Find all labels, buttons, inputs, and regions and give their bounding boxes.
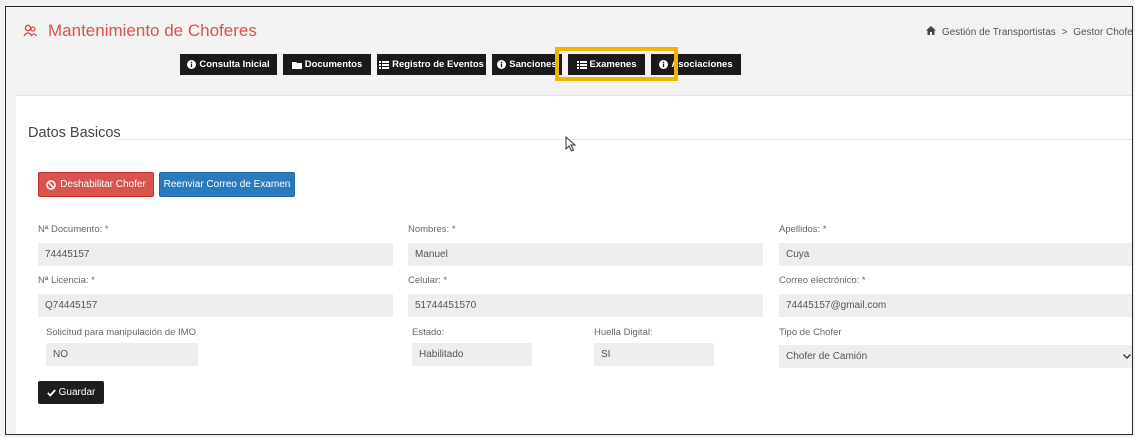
- tab-bar: Consulta Inicial Documentos Registro de …: [180, 54, 747, 75]
- tab-label: Asociaciones: [671, 59, 733, 70]
- breadcrumb-separator: >: [1061, 27, 1068, 38]
- tipo-chofer-select[interactable]: Chofer de Camión: [779, 345, 1132, 368]
- licencia-field[interactable]: Q74445157: [38, 294, 393, 317]
- nombres-field[interactable]: Manuel: [408, 243, 763, 266]
- imo-field: NO: [46, 343, 198, 366]
- page-title: Mantenimiento de Choferes: [22, 21, 257, 41]
- huella-label: Huella Digital:: [594, 327, 653, 338]
- tab-label: Documentos: [304, 59, 363, 70]
- page-title-text: Mantenimiento de Choferes: [48, 21, 257, 40]
- celular-label: Celular: *: [408, 275, 448, 286]
- apellidos-label: Apellidos: *: [779, 224, 827, 235]
- nombres-label: Nombres: *: [408, 224, 456, 235]
- apellidos-field[interactable]: Cuya: [779, 243, 1132, 266]
- save-label: Guardar: [58, 387, 96, 398]
- breadcrumb: Gestión de Transportistas > Gestor Chofe…: [926, 26, 1133, 38]
- main-panel: Datos Basicos Deshabilitar Chofer Reenvi…: [16, 95, 1132, 434]
- page-header: Mantenimiento de Choferes Gestión de Tra…: [6, 7, 1132, 92]
- tab-examenes[interactable]: Examenes: [568, 54, 645, 75]
- tipo-chofer-value: Chofer de Camión: [786, 351, 868, 362]
- estado-label: Estado:: [412, 327, 445, 338]
- tab-documentos[interactable]: Documentos: [283, 54, 371, 75]
- chevron-down-icon: [1123, 354, 1131, 359]
- tab-asociaciones[interactable]: Asociaciones: [651, 54, 741, 75]
- correo-label: Correo electrónico: *: [779, 275, 866, 286]
- celular-field[interactable]: 51744451570: [408, 294, 763, 317]
- disable-driver-label: Deshabilitar Chofer: [60, 179, 146, 190]
- user-group-icon: [22, 23, 38, 39]
- section-divider: [114, 139, 1132, 140]
- tab-sanciones[interactable]: Sanciones: [492, 54, 562, 75]
- huella-field: SI: [594, 343, 714, 366]
- home-icon: [926, 26, 937, 38]
- breadcrumb-current: Gestor Chofer: [1073, 27, 1133, 38]
- info-circle-icon: [187, 60, 197, 70]
- info-circle-icon: [497, 60, 507, 70]
- list-icon: [379, 60, 390, 70]
- check-icon: [46, 388, 56, 397]
- save-button[interactable]: Guardar: [38, 381, 104, 404]
- folder-icon: [291, 60, 302, 70]
- tab-label: Consulta Inicial: [199, 59, 270, 70]
- estado-field: Habilitado: [412, 343, 532, 366]
- resend-exam-email-label: Reenviar Correo de Examen: [163, 179, 291, 190]
- imo-label: Solicitud para manipulación de IMO: [46, 327, 196, 338]
- ban-icon: [46, 179, 56, 190]
- info-circle-icon: [659, 60, 669, 70]
- section-title: Datos Basicos: [28, 125, 121, 141]
- app-window: Mantenimiento de Choferes Gestión de Tra…: [5, 6, 1133, 435]
- correo-field[interactable]: 74445157@gmail.com: [779, 294, 1132, 317]
- breadcrumb-home[interactable]: Gestión de Transportistas: [942, 27, 1056, 38]
- list-icon: [576, 60, 587, 70]
- tab-label: Sanciones: [509, 59, 557, 70]
- licencia-label: Nª Licencia: *: [38, 275, 95, 286]
- documento-field[interactable]: 74445157: [38, 243, 393, 266]
- tab-registro-eventos[interactable]: Registro de Eventos: [377, 54, 486, 75]
- disable-driver-button[interactable]: Deshabilitar Chofer: [38, 172, 154, 197]
- tipo-chofer-label: Tipo de Chofer: [779, 327, 842, 338]
- tab-label: Registro de Eventos: [392, 59, 484, 70]
- resend-exam-email-button[interactable]: Reenviar Correo de Examen: [159, 172, 295, 197]
- documento-label: Nª Documento: *: [38, 224, 109, 235]
- mouse-cursor-icon: [565, 135, 579, 152]
- tab-consulta-inicial[interactable]: Consulta Inicial: [180, 54, 277, 75]
- tab-label: Examenes: [589, 59, 637, 70]
